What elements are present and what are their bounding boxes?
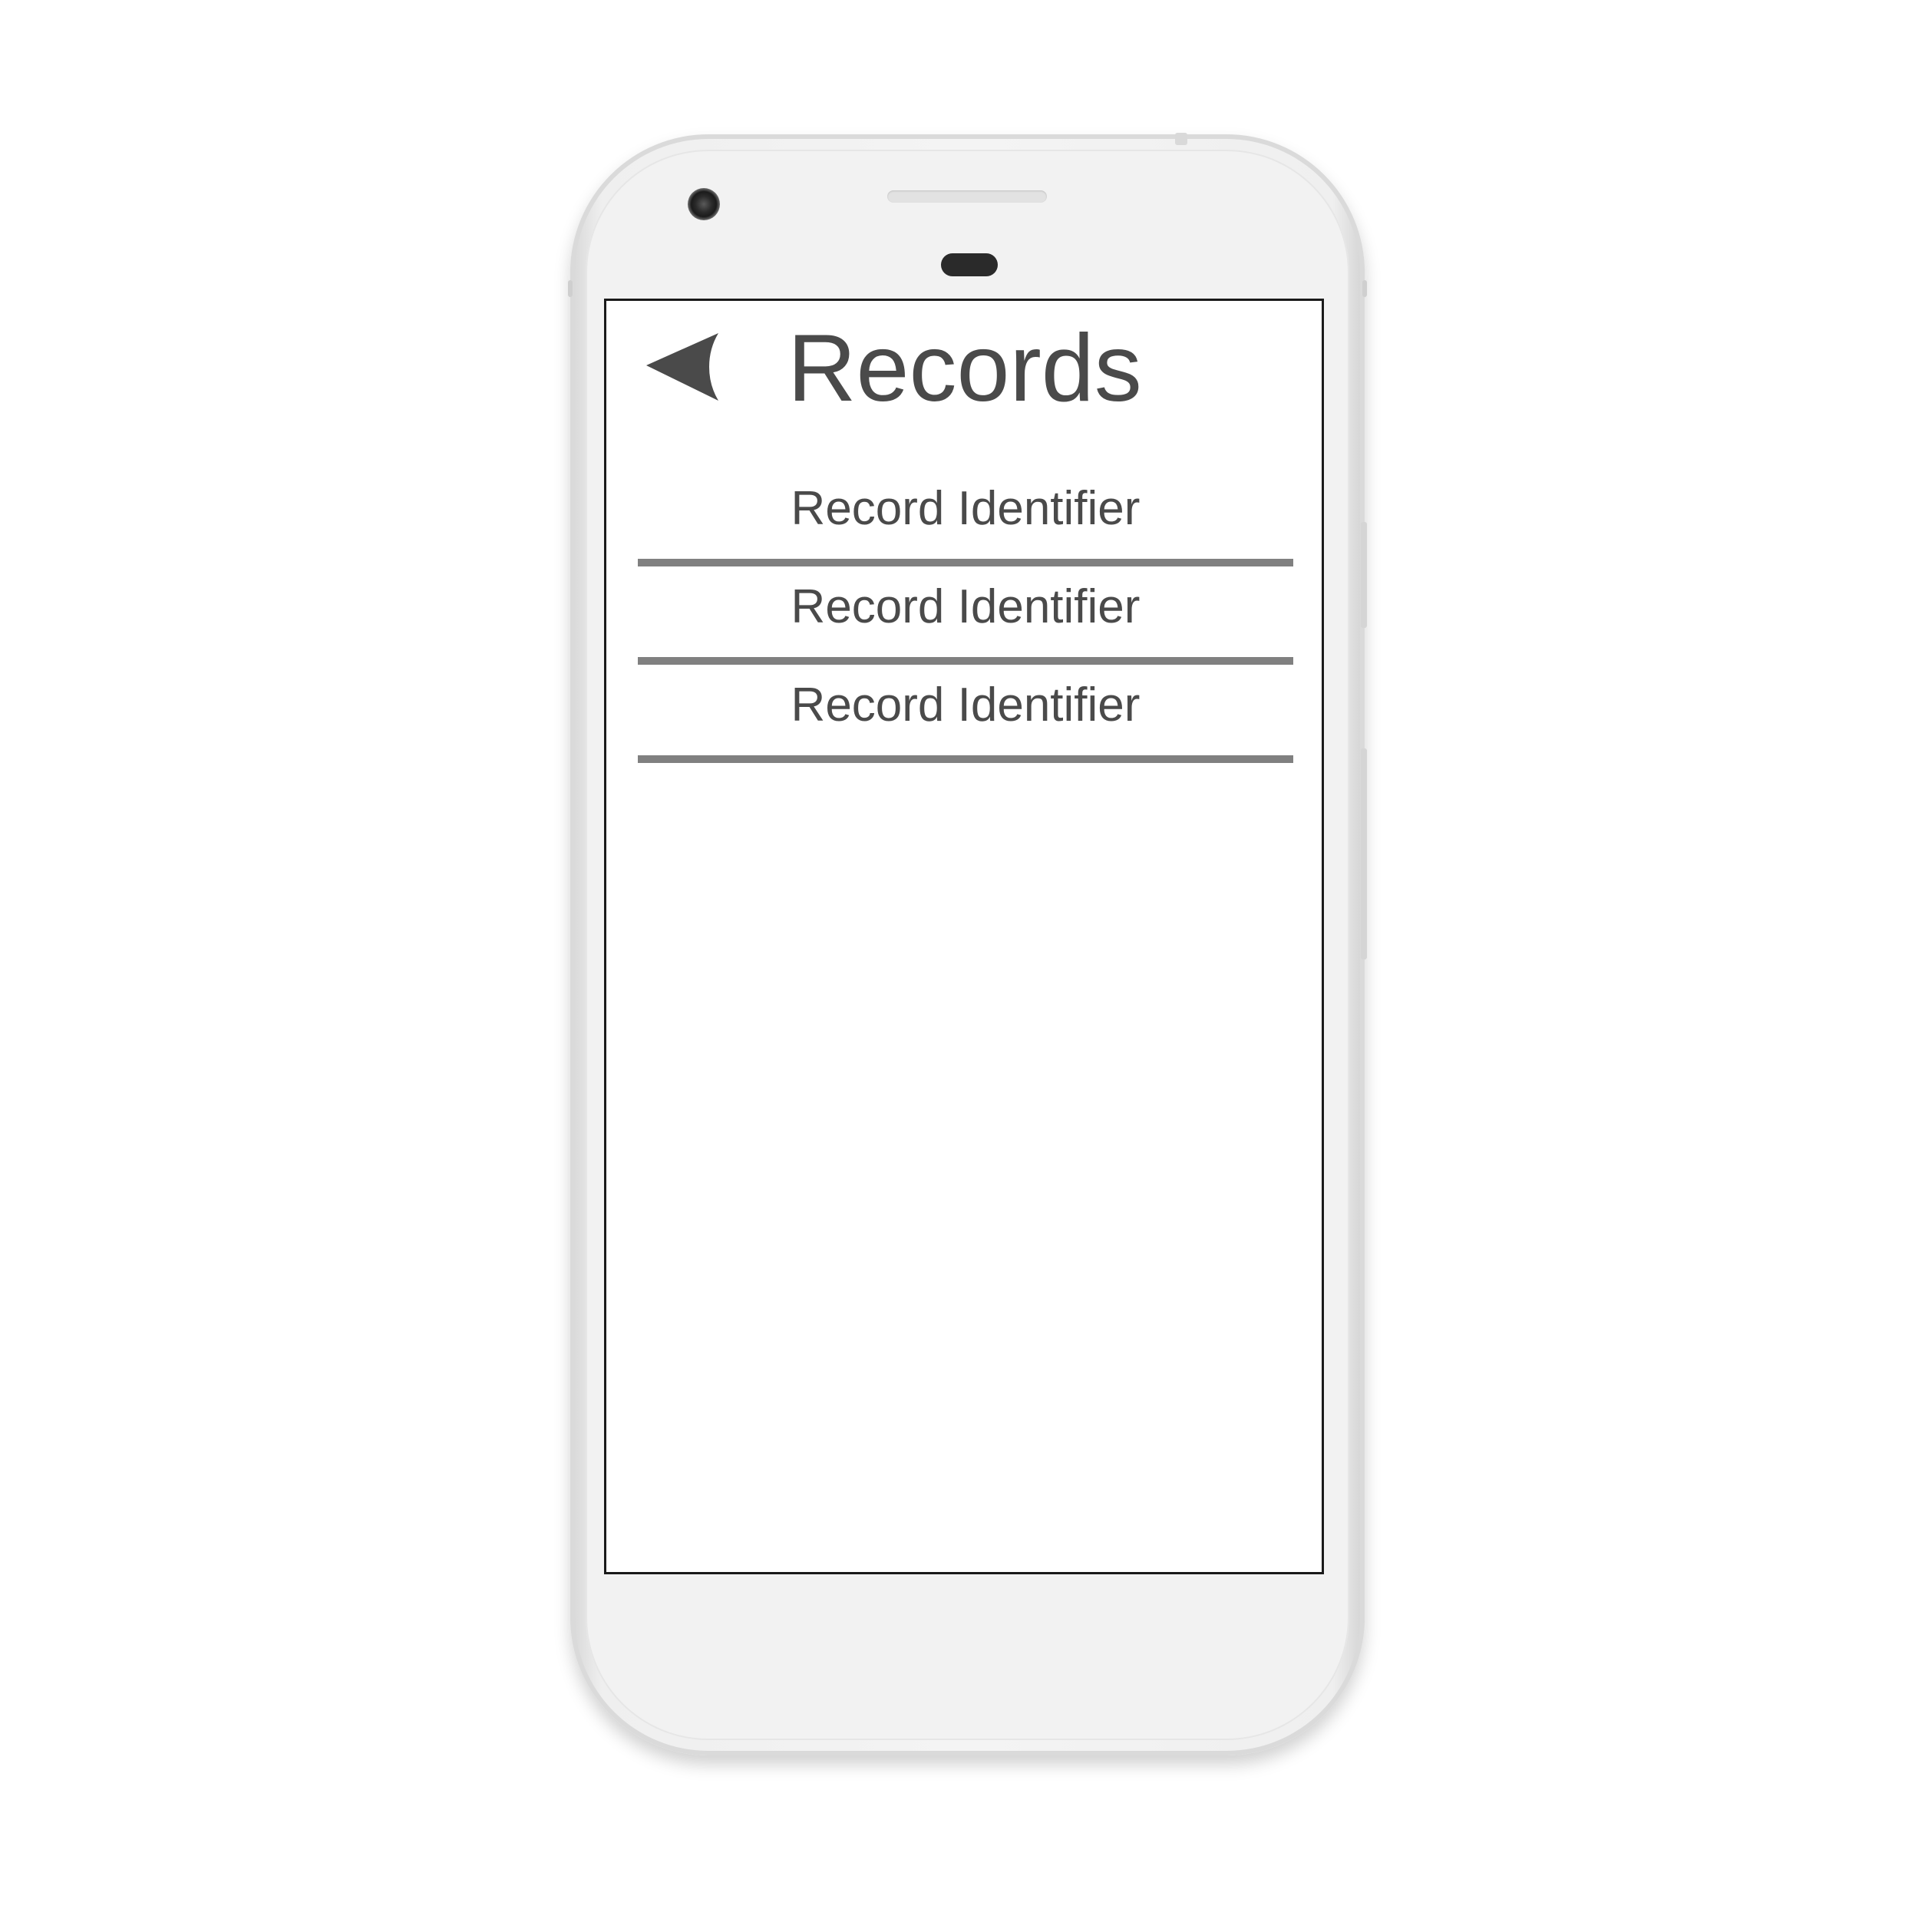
page-title: Records bbox=[787, 315, 1142, 421]
list-item[interactable]: Record Identifier bbox=[638, 468, 1293, 566]
stage: Records Record Identifier Record Identif… bbox=[0, 0, 1928, 1932]
divider bbox=[638, 755, 1293, 763]
record-label: Record Identifier bbox=[791, 679, 1141, 732]
top-button bbox=[1175, 133, 1187, 145]
earpiece-speaker bbox=[887, 190, 1047, 203]
power-button bbox=[1361, 522, 1367, 628]
left-edge-mark bbox=[568, 280, 573, 297]
front-camera-icon bbox=[688, 188, 720, 220]
list-item[interactable]: Record Identifier bbox=[638, 566, 1293, 665]
right-edge-mark bbox=[1362, 280, 1367, 297]
list-item[interactable]: Record Identifier bbox=[638, 665, 1293, 763]
divider bbox=[638, 657, 1293, 665]
record-label: Record Identifier bbox=[791, 482, 1141, 535]
record-list: Record Identifier Record Identifier Reco… bbox=[638, 468, 1293, 763]
back-arrow-icon bbox=[646, 333, 718, 401]
divider bbox=[638, 559, 1293, 566]
app-screen: Records Record Identifier Record Identif… bbox=[604, 299, 1324, 1574]
back-button[interactable] bbox=[645, 332, 720, 402]
record-label: Record Identifier bbox=[791, 580, 1141, 633]
proximity-sensor bbox=[941, 253, 998, 276]
volume-button bbox=[1361, 748, 1367, 959]
